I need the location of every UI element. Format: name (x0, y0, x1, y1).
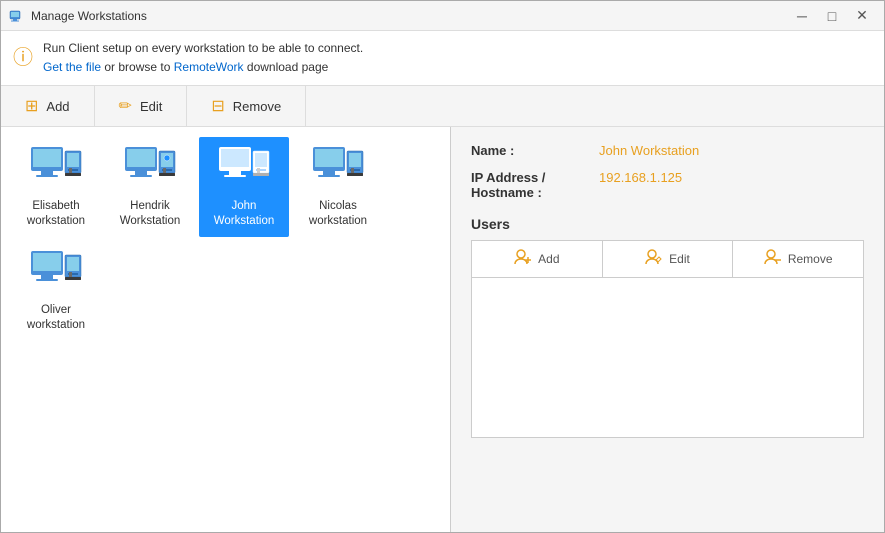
workstation-label-oliver: Oliverworkstation (27, 303, 85, 333)
ip-label: IP Address / Hostname : (471, 170, 591, 200)
edit-label: Edit (140, 99, 162, 114)
user-add-icon (514, 249, 532, 269)
users-list (471, 278, 864, 438)
name-value: John Workstation (599, 143, 699, 158)
workstation-item-elisabeth[interactable]: Elisabethworkstation (11, 137, 101, 237)
workstations-panel: Elisabethworkstation (1, 127, 451, 532)
info-bar: ⓘ Run Client setup on every workstation … (1, 31, 884, 86)
workstation-item-oliver[interactable]: Oliverworkstation (11, 241, 101, 341)
workstation-label-nicolas: Nicolasworkstation (309, 199, 367, 229)
workstation-icon-john (216, 145, 272, 195)
main-content: Elisabethworkstation (1, 127, 884, 532)
info-message: Run Client setup on every workstation to… (43, 41, 363, 55)
workstation-label-john: JohnWorkstation (214, 199, 275, 229)
edit-workstation-button[interactable]: ✏ Edit (95, 86, 188, 126)
remove-workstation-button[interactable]: ⊟ Remove (187, 86, 306, 126)
workstation-item-john[interactable]: JohnWorkstation (199, 137, 289, 237)
get-file-link[interactable]: Get the file (43, 60, 101, 74)
users-edit-label: Edit (669, 252, 690, 266)
ip-row: IP Address / Hostname : 192.168.1.125 (471, 170, 864, 200)
workstations-grid: Elisabethworkstation (11, 137, 440, 341)
users-add-button[interactable]: Add (472, 241, 603, 277)
remove-icon: ⊟ (211, 96, 224, 116)
toolbar: ⊞ Add ✏ Edit ⊟ Remove (1, 86, 884, 127)
close-button[interactable]: ✕ (848, 5, 876, 27)
info-separator: or browse to (104, 60, 173, 74)
info-suffix: download page (247, 60, 328, 74)
ip-value: 192.168.1.125 (599, 170, 682, 185)
edit-icon: ✏ (119, 96, 132, 116)
workstation-icon-hendrik (122, 145, 178, 195)
workstation-label-hendrik: HendrikWorkstation (120, 199, 181, 229)
users-title: Users (471, 216, 864, 232)
users-remove-button[interactable]: Remove (733, 241, 863, 277)
detail-panel: Name : John Workstation IP Address / Hos… (451, 127, 884, 532)
users-section: Users Add (471, 216, 864, 438)
users-toolbar: Add Edit (471, 240, 864, 278)
add-label: Add (46, 99, 69, 114)
workstation-icon-elisabeth (28, 145, 84, 195)
user-remove-icon (764, 249, 782, 269)
name-label: Name : (471, 143, 591, 158)
info-text: Run Client setup on every workstation to… (43, 39, 363, 77)
workstation-icon-oliver (28, 249, 84, 299)
users-add-label: Add (538, 252, 559, 266)
remove-label: Remove (233, 99, 281, 114)
maximize-button[interactable]: □ (818, 5, 846, 27)
window-controls: ─ □ ✕ (788, 5, 876, 27)
add-workstation-button[interactable]: ⊞ Add (1, 86, 95, 126)
user-edit-icon (645, 249, 663, 269)
window-icon (9, 8, 25, 24)
manage-workstations-window: Manage Workstations ─ □ ✕ ⓘ Run Client s… (0, 0, 885, 533)
add-icon: ⊞ (25, 96, 38, 116)
workstation-item-hendrik[interactable]: HendrikWorkstation (105, 137, 195, 237)
window-title: Manage Workstations (31, 9, 788, 23)
users-remove-label: Remove (788, 252, 833, 266)
workstation-item-nicolas[interactable]: Nicolasworkstation (293, 137, 383, 237)
minimize-button[interactable]: ─ (788, 5, 816, 27)
name-row: Name : John Workstation (471, 143, 864, 158)
workstation-label-elisabeth: Elisabethworkstation (27, 199, 85, 229)
workstation-icon-nicolas (310, 145, 366, 195)
remote-work-link[interactable]: RemoteWork (174, 60, 244, 74)
info-icon: ⓘ (13, 41, 33, 70)
users-edit-button[interactable]: Edit (603, 241, 734, 277)
title-bar: Manage Workstations ─ □ ✕ (1, 1, 884, 31)
